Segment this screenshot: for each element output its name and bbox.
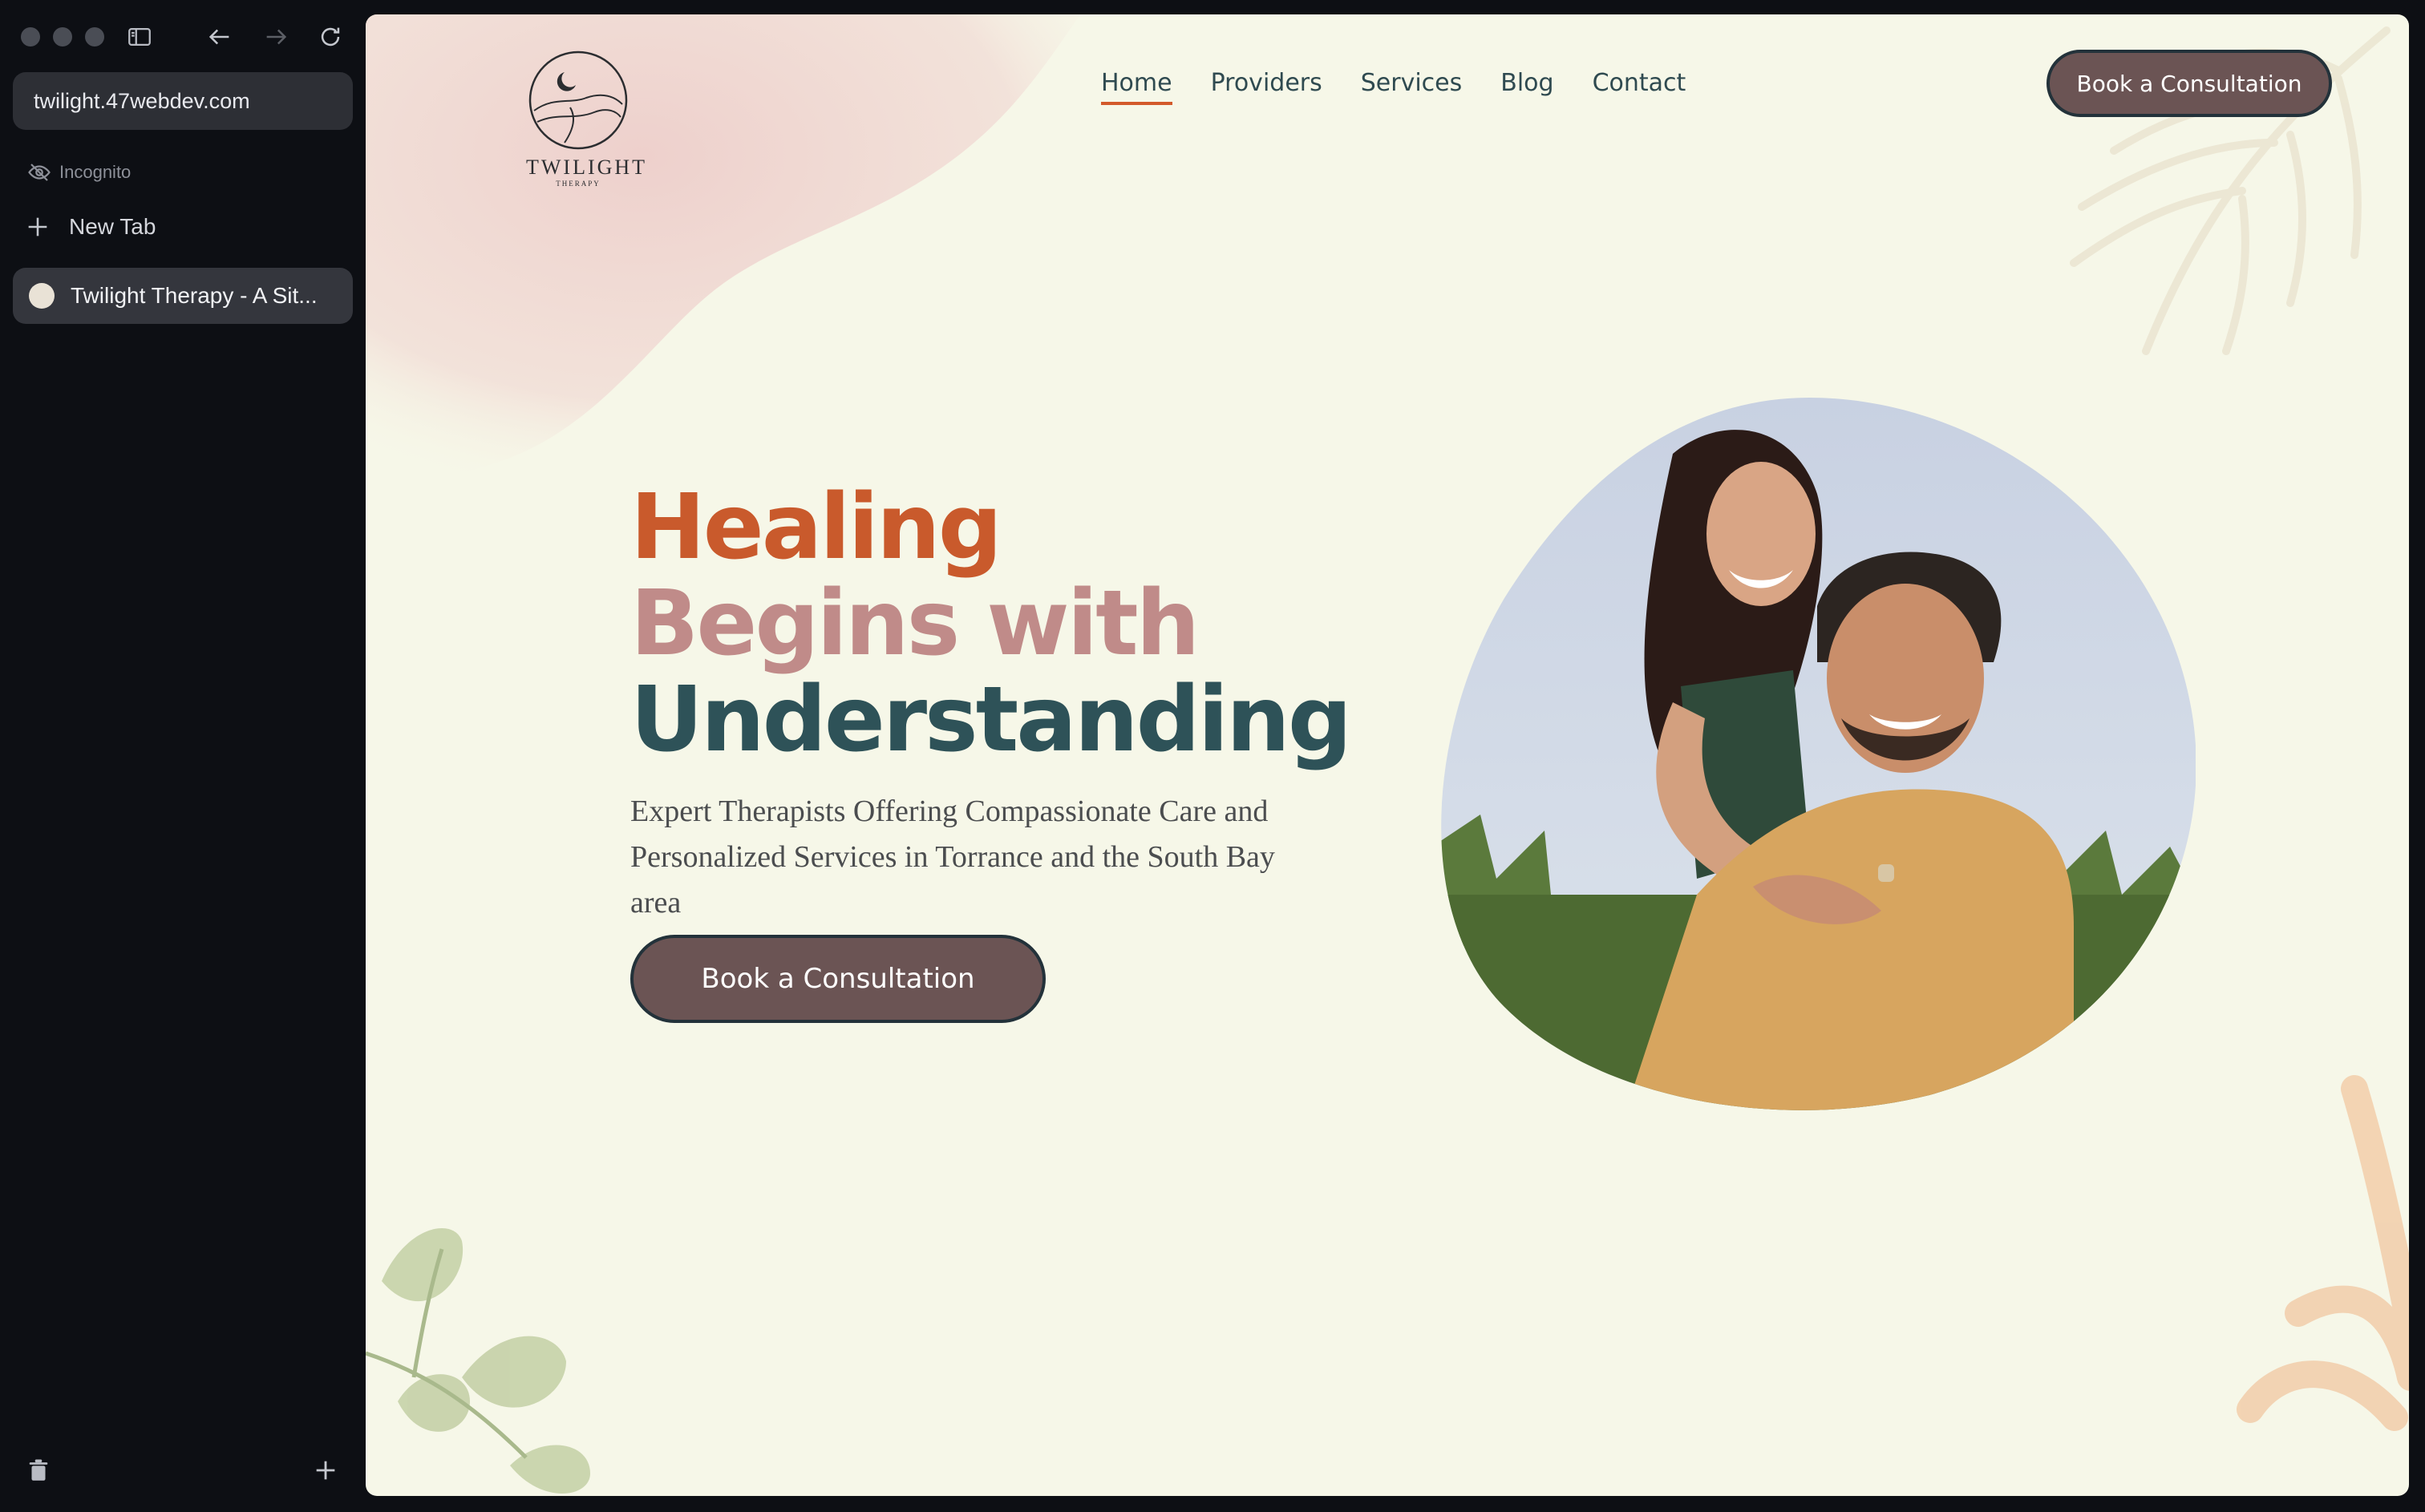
- new-tab-button[interactable]: New Tab: [24, 213, 156, 241]
- trash-icon[interactable]: [22, 1454, 55, 1486]
- nav-contact[interactable]: Contact: [1593, 69, 1686, 105]
- nav-blog[interactable]: Blog: [1500, 69, 1553, 105]
- sidebar-toggle-icon[interactable]: [120, 18, 159, 56]
- header-cta-label: Book a Consultation: [2076, 70, 2302, 97]
- new-tab-label: New Tab: [69, 214, 156, 239]
- logo-sub-text: THERAPY: [556, 180, 601, 188]
- zoom-window-button[interactable]: [85, 27, 104, 46]
- hero-couple-photo: [1441, 398, 2196, 1110]
- hero-heading-line3: Understanding: [630, 668, 1352, 772]
- back-icon[interactable]: [200, 18, 239, 56]
- forward-icon[interactable]: [257, 18, 295, 56]
- moon-logo-icon: [528, 51, 628, 150]
- close-window-button[interactable]: [21, 27, 40, 46]
- tab-title: Twilight Therapy - A Sit...: [71, 283, 318, 308]
- site-logo[interactable]: TWILIGHT THERAPY: [526, 48, 648, 188]
- hero-heading-line1: Healing: [630, 475, 1002, 580]
- minimize-window-button[interactable]: [53, 27, 72, 46]
- incognito-indicator: Incognito: [27, 160, 131, 184]
- nav-home[interactable]: Home: [1101, 69, 1172, 105]
- nav-providers[interactable]: Providers: [1211, 69, 1322, 105]
- hero-cta-label: Book a Consultation: [701, 963, 975, 995]
- address-bar[interactable]: twilight.47webdev.com: [13, 72, 353, 130]
- reload-icon[interactable]: [311, 18, 350, 56]
- favicon-icon: [29, 283, 55, 309]
- address-bar-url: twilight.47webdev.com: [34, 88, 250, 113]
- pink-watercolor-decoration: [366, 14, 1081, 479]
- hero-heading: Healing Begins with Understanding: [630, 475, 1352, 772]
- add-icon[interactable]: [310, 1454, 342, 1486]
- hero-subtitle: Expert Therapists Offering Compassionate…: [630, 794, 1275, 920]
- logo-brand-text: TWILIGHT: [526, 156, 648, 179]
- hero-heading-line2: Begins with: [630, 572, 1200, 676]
- nav-services[interactable]: Services: [1361, 69, 1463, 105]
- plus-icon: [28, 217, 47, 237]
- header-book-consultation-button[interactable]: Book a Consultation: [2046, 50, 2332, 117]
- green-leaves-decoration: [366, 1228, 590, 1494]
- browser-sidebar: twilight.47webdev.com Incognito New Tab …: [0, 0, 366, 1512]
- window-controls: [21, 27, 104, 46]
- incognito-icon: [28, 164, 51, 181]
- hero-book-consultation-button[interactable]: Book a Consultation: [630, 935, 1046, 1023]
- tab-twilight-therapy[interactable]: Twilight Therapy - A Sit...: [13, 268, 353, 324]
- incognito-label: Incognito: [59, 162, 132, 182]
- main-nav: Home Providers Services Blog Contact: [1101, 69, 1686, 105]
- web-page: TWILIGHT THERAPY Home Providers Services…: [366, 14, 2409, 1496]
